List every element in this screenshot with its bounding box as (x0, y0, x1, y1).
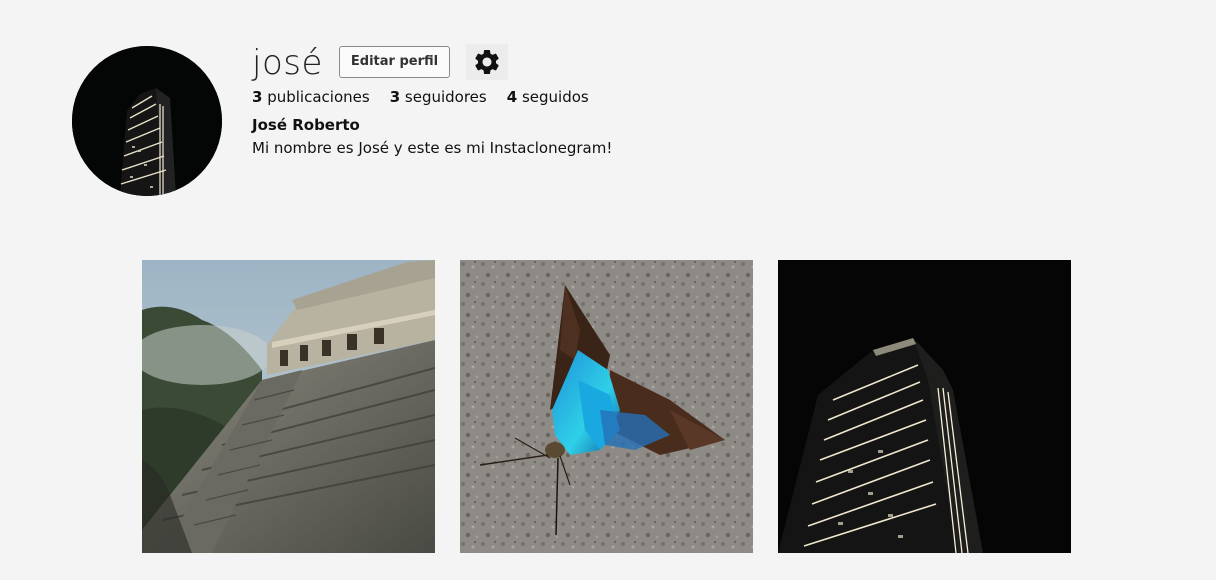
profile-stats: 3 publicaciones 3 seguidores 4 seguidos (252, 88, 612, 106)
skyscraper-image (778, 260, 1071, 553)
stat-following-count: 4 (506, 88, 518, 106)
title-row: josé Editar perfil (252, 43, 612, 83)
pyramid-image (142, 260, 435, 553)
full-name: José Roberto (252, 116, 360, 134)
profile-page: josé Editar perfil 3 publicaciones 3 seg… (0, 0, 1216, 580)
profile-header: josé Editar perfil 3 publicaciones 3 seg… (252, 44, 612, 157)
butterfly-image (460, 260, 753, 553)
stat-following[interactable]: 4 seguidos (507, 88, 589, 106)
post-thumbnail-skyscraper[interactable] (778, 260, 1071, 553)
stat-posts-label: publicaciones (267, 88, 370, 106)
bio: Mi nombre es José y este es mi Instaclon… (252, 139, 613, 157)
gear-icon (475, 49, 499, 74)
edit-profile-button[interactable]: Editar perfil (338, 46, 451, 78)
stat-posts[interactable]: 3 publicaciones (252, 88, 370, 106)
username: josé (252, 43, 323, 83)
stat-followers[interactable]: 3 seguidores (390, 88, 487, 106)
stat-following-label: seguidos (521, 88, 589, 106)
post-thumbnail-butterfly[interactable] (460, 260, 753, 553)
avatar[interactable] (72, 46, 222, 196)
stat-posts-count: 3 (252, 88, 263, 106)
settings-button[interactable] (466, 44, 509, 80)
stat-followers-label: seguidores (404, 88, 487, 106)
avatar-image-skyscraper (72, 46, 222, 196)
stat-followers-count: 3 (389, 88, 401, 106)
posts-grid (142, 260, 1071, 553)
post-thumbnail-pyramid[interactable] (142, 260, 435, 553)
